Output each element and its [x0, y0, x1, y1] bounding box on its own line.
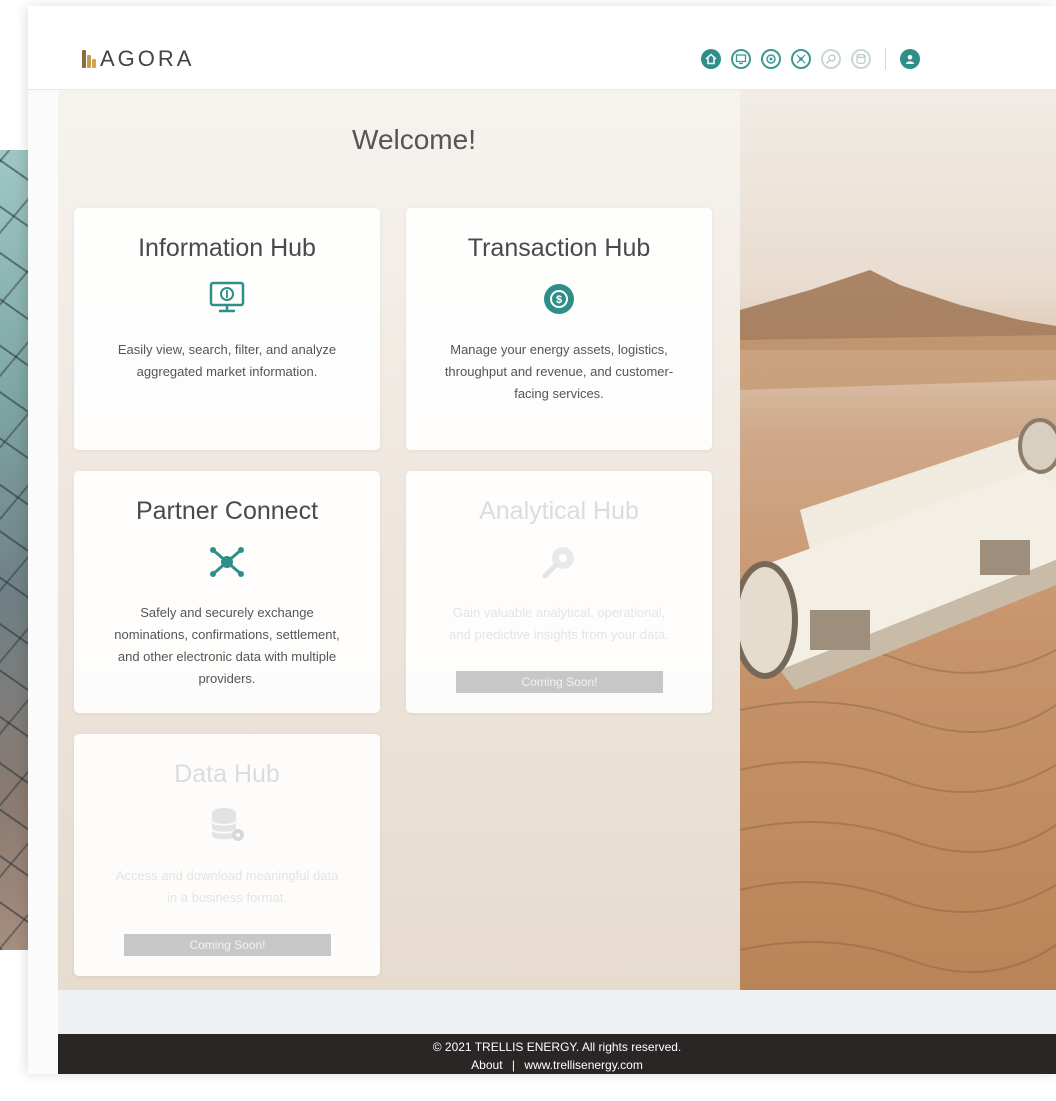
card-description: Manage your energy assets, logistics, th… [444, 342, 674, 401]
database-gear-icon [207, 805, 247, 845]
card-description: Access and download meaningful data in a… [115, 868, 339, 905]
partner-connect-icon[interactable] [791, 49, 811, 69]
information-hub-icon[interactable] [731, 49, 751, 69]
card-title: Transaction Hub [467, 234, 651, 262]
main-content: Welcome! Information Hub Easily view, se… [58, 90, 1056, 990]
card-title: Analytical Hub [479, 497, 639, 525]
app-window: AGORA Welcome! Information Hub Easily vi… [28, 6, 1056, 1074]
copyright-text: © 2021 TRELLIS ENERGY. All rights reserv… [432, 1040, 682, 1054]
transaction-hub-card[interactable]: Transaction Hub $ Manage your energy ass… [406, 208, 712, 450]
logo-text: AGORA [100, 46, 195, 71]
network-nodes-icon [207, 542, 247, 582]
footer-spacer [58, 990, 1056, 1034]
logo-mark-icon [82, 50, 96, 68]
card-title: Data Hub [174, 760, 280, 788]
footer: © 2021 TRELLIS ENERGY. All rights reserv… [58, 1034, 1056, 1074]
card-title: Partner Connect [135, 497, 319, 525]
website-link[interactable]: www.trellisenergy.com [524, 1058, 642, 1072]
transaction-hub-icon[interactable] [761, 49, 781, 69]
card-description: Safely and securely exchange nominations… [114, 605, 340, 686]
top-header: AGORA [28, 6, 1056, 90]
svg-text:$: $ [556, 294, 562, 306]
welcome-heading: Welcome! [352, 124, 476, 155]
magnifier-eye-icon [539, 542, 579, 582]
top-nav [701, 48, 920, 70]
data-hub-card: Data Hub Access and download meaningful … [74, 734, 380, 976]
data-hub-icon[interactable] [851, 49, 871, 69]
user-profile-icon[interactable] [900, 49, 920, 69]
analytical-hub-icon[interactable] [821, 49, 841, 69]
agora-logo[interactable]: AGORA [82, 46, 194, 72]
footer-separator: | [511, 1058, 515, 1072]
footer-links: About | www.trellisenergy.com [58, 1056, 1056, 1074]
coming-soon-badge: Coming Soon! [456, 671, 663, 693]
home-icon[interactable] [701, 49, 721, 69]
card-title: Information Hub [138, 234, 316, 262]
information-hub-card[interactable]: Information Hub Easily view, search, fil… [74, 208, 380, 450]
pipeline-desert-image [740, 90, 1056, 990]
monitor-dollar-icon [207, 279, 247, 319]
card-description: Easily view, search, filter, and analyze… [117, 342, 337, 379]
analytical-hub-card: Analytical Hub Gain valuable analytical,… [406, 471, 712, 713]
dollar-cycle-icon: $ [539, 279, 579, 319]
coming-soon-badge: Coming Soon! [124, 934, 331, 956]
card-description: Gain valuable analytical, operational, a… [449, 605, 669, 642]
about-link[interactable]: About [471, 1058, 502, 1072]
partner-connect-card[interactable]: Partner Connect Safely and securely exch… [74, 471, 380, 713]
nav-divider [885, 48, 886, 70]
